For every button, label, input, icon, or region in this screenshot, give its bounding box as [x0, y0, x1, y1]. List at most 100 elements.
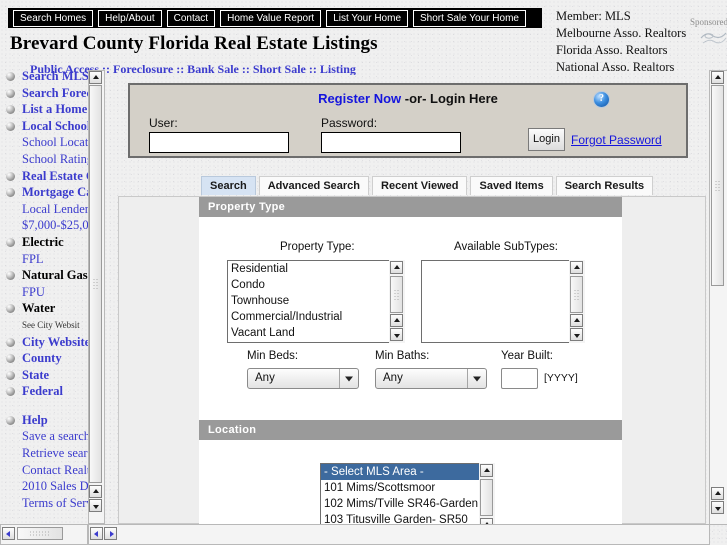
window-vertical-scrollbar[interactable] — [709, 70, 727, 525]
list-item[interactable]: 101 Mims/Scottsmoor — [321, 480, 494, 496]
sidebar-horizontal-scrollbar[interactable] — [0, 524, 88, 545]
sidebar-item-real-estate-guide[interactable]: Real Estate G — [0, 168, 88, 185]
window-scroll-right-button[interactable] — [104, 527, 117, 540]
window-scroll-up-button[interactable] — [711, 71, 724, 84]
sidebar-item-search-foreclosures[interactable]: Search Forecl — [0, 85, 88, 102]
property-type-scroll-down-button[interactable] — [390, 328, 403, 341]
sidebar-item-save-a-search[interactable]: Save a search — [0, 428, 88, 445]
sidebar-item-retrieve-search[interactable]: Retrieve searc — [0, 445, 88, 462]
window-scroll-thumb[interactable] — [711, 85, 724, 286]
property-type-scrollbar[interactable] — [389, 260, 405, 343]
mls-scroll-up-button[interactable] — [480, 464, 493, 477]
location-section-header: Location — [199, 420, 622, 440]
sidebar-scroll-up-button-2[interactable] — [89, 485, 102, 498]
list-item[interactable]: 102 Mims/Tville SR46-Garden — [321, 496, 494, 512]
nav-button-short-sale-your-home[interactable]: Short Sale Your Home — [413, 9, 526, 27]
sidebar-item-mortgage-calculator[interactable]: Mortgage Cal — [0, 184, 88, 201]
membership-list: Member: MLS Melbourne Asso. Realtors Flo… — [556, 8, 686, 76]
sidebar-item-county[interactable]: County — [0, 350, 88, 367]
sidebar-vertical-scrollbar[interactable] — [88, 70, 105, 524]
sidebar-item-school-locator[interactable]: School Locate — [0, 134, 88, 151]
help-icon[interactable]: ? — [593, 91, 610, 108]
available-subtypes-label: Available SubTypes: — [454, 241, 558, 253]
sidebar-item-city-websites[interactable]: City Websites — [0, 334, 88, 351]
sidebar-scroll-down-button[interactable] — [89, 499, 102, 512]
mls-area-listbox[interactable]: - Select MLS Area - 101 Mims/Scottsmoor … — [320, 463, 495, 524]
membership-line-2: Melbourne Asso. Realtors — [556, 26, 687, 40]
year-built-label: Year Built: — [501, 350, 553, 362]
min-beds-select[interactable]: Any — [247, 368, 359, 389]
sidebar-item-federal[interactable]: Federal — [0, 383, 88, 400]
sidebar-scroll-thumb[interactable] — [89, 85, 102, 483]
property-type-scroll-up-button[interactable] — [390, 261, 403, 274]
min-baths-select[interactable]: Any — [375, 368, 487, 389]
sidebar-item-label: Retrieve searc — [22, 446, 88, 461]
subtypes-scroll-up-button[interactable] — [570, 261, 583, 274]
sidebar-item-list-a-home[interactable]: List a Home — [0, 101, 88, 118]
sidebar-item-school-ratings[interactable]: School Rating — [0, 151, 88, 168]
password-input[interactable] — [321, 132, 461, 153]
chevron-down-icon[interactable] — [467, 369, 486, 388]
window-horizontal-scrollbar[interactable] — [88, 524, 710, 545]
password-label: Password: — [321, 116, 378, 130]
sidebar-item-electric[interactable]: Electric — [0, 234, 88, 251]
sidebar-item-natural-gas[interactable]: Natural Gas — [0, 267, 88, 284]
sidebar-item-state[interactable]: State — [0, 367, 88, 384]
list-item[interactable]: Residential — [228, 261, 404, 277]
sidebar-item-local-schools[interactable]: Local School — [0, 118, 88, 135]
window-scroll-up-button-2[interactable] — [711, 487, 724, 500]
nav-button-help-about[interactable]: Help/About — [98, 9, 162, 27]
window-scroll-down-button[interactable] — [711, 501, 724, 514]
subtypes-scroll-up-button-2[interactable] — [570, 314, 583, 327]
window-scroll-left-button[interactable] — [90, 527, 103, 540]
property-type-scroll-up-button-2[interactable] — [390, 314, 403, 327]
sidebar-item-fpl[interactable]: FPL — [0, 251, 88, 268]
tab-saved-items[interactable]: Saved Items — [470, 176, 553, 195]
sponsored-label: Sponsored — [690, 17, 727, 27]
user-input[interactable] — [149, 132, 289, 153]
property-type-scroll-thumb[interactable] — [390, 276, 403, 313]
sidebar-scroll-up-button[interactable] — [89, 71, 102, 84]
sidebar-item-search-mls[interactable]: Search MLS — [0, 68, 88, 85]
register-now-link[interactable]: Register Now — [318, 91, 401, 106]
subtypes-scroll-thumb[interactable] — [570, 276, 583, 313]
sidebar-item-fpu[interactable]: FPU — [0, 284, 88, 301]
sidebar-item-help[interactable]: Help — [0, 412, 88, 429]
sidebar-item-contact-realtor[interactable]: Contact Realt — [0, 462, 88, 479]
sidebar-hscroll-thumb[interactable] — [17, 527, 63, 540]
sidebar-item-price-range[interactable]: $7,000-$25,0 — [0, 217, 88, 234]
year-built-input[interactable] — [501, 368, 538, 389]
list-item[interactable]: Townhouse — [228, 293, 404, 309]
mls-scroll-thumb[interactable] — [480, 479, 493, 516]
list-item[interactable]: 103 Titusville Garden- SR50 — [321, 512, 494, 524]
tab-search[interactable]: Search — [201, 176, 256, 195]
sidebar-scroll-left-button[interactable] — [2, 527, 15, 540]
tab-recent-viewed[interactable]: Recent Viewed — [372, 176, 468, 195]
list-item[interactable]: Vacant Land — [228, 325, 404, 341]
sidebar-item-terms-of-service[interactable]: Terms of Serv — [0, 495, 88, 512]
tab-advanced-search[interactable]: Advanced Search — [258, 176, 370, 195]
mls-scroll-up-button-2[interactable] — [480, 518, 493, 524]
subtypes-scroll-down-button[interactable] — [570, 328, 583, 341]
list-item[interactable]: Condo — [228, 277, 404, 293]
mls-area-scrollbar[interactable] — [479, 463, 495, 524]
forgot-password-link[interactable]: Forgot Password — [571, 133, 662, 147]
nav-button-search-homes[interactable]: Search Homes — [13, 9, 94, 27]
available-subtypes-listbox[interactable] — [421, 260, 585, 343]
sidebar-item-local-lenders[interactable]: Local Lender — [0, 201, 88, 218]
sidebar-item-2010-sales-data[interactable]: 2010 Sales Da — [0, 478, 88, 495]
nav-button-home-value-report[interactable]: Home Value Report — [220, 9, 322, 27]
sponsor-graphic-icon — [700, 28, 727, 50]
sidebar-item-water[interactable]: Water — [0, 300, 88, 317]
nav-button-list-your-home[interactable]: List Your Home — [326, 9, 409, 27]
bullet-icon — [6, 387, 15, 397]
login-button[interactable]: Login — [528, 128, 565, 151]
available-subtypes-scrollbar[interactable] — [569, 260, 585, 343]
tab-search-results[interactable]: Search Results — [555, 176, 654, 195]
list-item[interactable]: Commercial/Industrial — [228, 309, 404, 325]
chevron-down-icon[interactable] — [339, 369, 358, 388]
nav-button-contact[interactable]: Contact — [166, 9, 216, 27]
list-item[interactable]: - Select MLS Area - — [321, 464, 494, 480]
property-type-listbox[interactable]: Residential Condo Townhouse Commercial/I… — [227, 260, 405, 343]
